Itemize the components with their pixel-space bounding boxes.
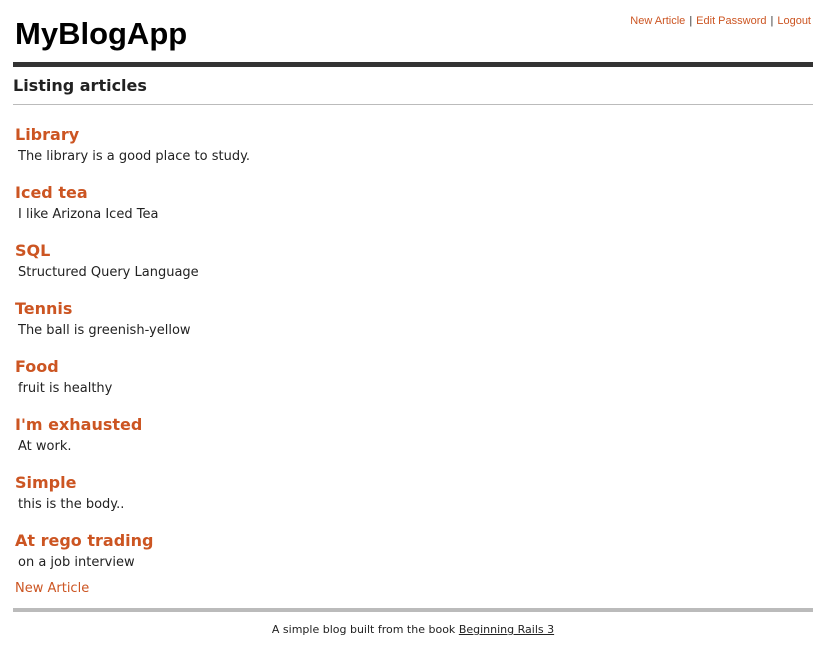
article-body: The ball is greenish-yellow <box>18 323 191 338</box>
article-body: on a job interview <box>18 555 135 570</box>
nav-separator: | <box>770 15 774 27</box>
article-title-link[interactable]: At rego trading <box>13 530 813 552</box>
article-item: Food fruit is healthy <box>13 356 813 414</box>
article-item: SQL Structured Query Language <box>13 240 813 298</box>
page: MyBlogApp New Article | Edit Password | Logo… <box>13 0 813 637</box>
header: MyBlogApp New Article | Edit Password | Logo… <box>13 0 813 62</box>
nav-logout-link[interactable]: Logout <box>777 15 811 27</box>
article-title-link[interactable]: Simple <box>13 472 813 494</box>
article-body: I like Arizona Iced Tea <box>18 207 159 222</box>
article-item: Iced tea I like Arizona Iced Tea <box>13 182 813 240</box>
footer-text: A simple blog built from the book <box>271 623 456 636</box>
nav-new-article-link[interactable]: New Article <box>630 15 685 27</box>
article-title-link[interactable]: SQL <box>13 240 813 262</box>
article-item: Library The library is a good place to s… <box>13 124 813 182</box>
nav-separator: | <box>689 15 693 27</box>
new-article-link[interactable]: New Article <box>13 581 813 597</box>
article-title-link[interactable]: Food <box>13 356 813 378</box>
article-body: fruit is healthy <box>18 381 113 396</box>
article-list: Library The library is a good place to s… <box>13 105 813 588</box>
article-body: The library is a good place to study. <box>18 149 251 164</box>
article-title-link[interactable]: I'm exhausted <box>13 414 813 436</box>
footer-book-link[interactable]: Beginning Rails 3 <box>459 623 554 636</box>
article-body: this is the body.. <box>18 497 125 512</box>
article-body: Structured Query Language <box>18 265 199 280</box>
top-nav: New Article | Edit Password | Logout <box>630 14 811 28</box>
article-body: At work. <box>18 439 72 454</box>
app-title: MyBlogApp <box>15 16 188 51</box>
nav-edit-password-link[interactable]: Edit Password <box>696 15 766 27</box>
article-title-link[interactable]: Library <box>13 124 813 146</box>
article-item: At rego trading on a job interview <box>13 530 813 588</box>
article-title-link[interactable]: Iced tea <box>13 182 813 204</box>
footer: A simple blog built from the book Beginn… <box>13 612 813 637</box>
article-item: I'm exhausted At work. <box>13 414 813 472</box>
article-item: Tennis The ball is greenish-yellow <box>13 298 813 356</box>
article-item: Simple this is the body.. <box>13 472 813 530</box>
section-title: Listing articles <box>13 76 147 95</box>
article-title-link[interactable]: Tennis <box>13 298 813 320</box>
